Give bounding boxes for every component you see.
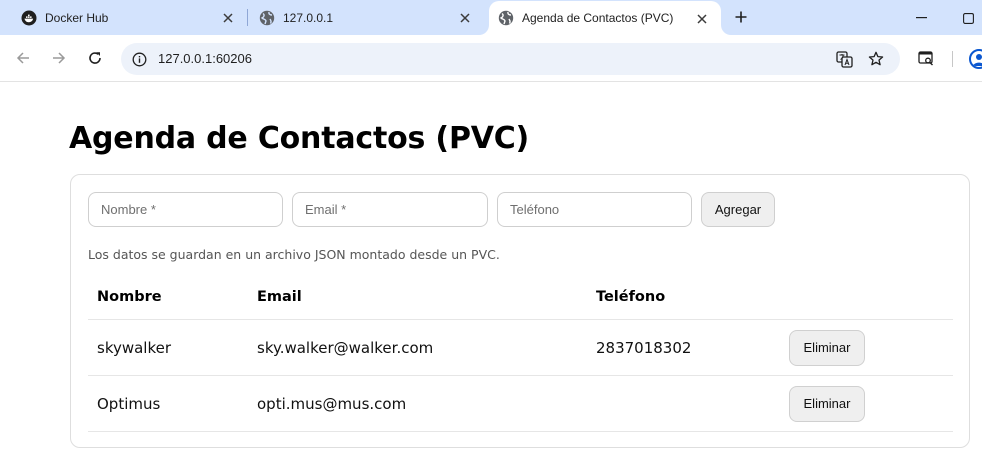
tab-docker-hub[interactable]: Docker Hub — [0, 0, 247, 35]
translate-icon[interactable] — [835, 50, 853, 68]
name-input[interactable] — [88, 192, 283, 227]
minimize-window-button[interactable] — [911, 8, 931, 28]
email-input[interactable] — [292, 192, 488, 227]
close-tab-icon[interactable] — [219, 9, 237, 27]
globe-icon — [498, 10, 514, 26]
url-text: 127.0.0.1:60206 — [158, 51, 252, 66]
storage-hint: Los datos se guardan en un archivo JSON … — [88, 247, 500, 262]
maximize-icon — [962, 12, 974, 24]
add-contact-button[interactable]: Agregar — [701, 192, 775, 227]
profile-avatar[interactable] — [969, 49, 982, 69]
tab-title: Agenda de Contactos (PVC) — [522, 11, 674, 25]
reload-icon — [89, 52, 101, 64]
arrow-left-icon — [16, 52, 29, 64]
back-button[interactable] — [13, 48, 33, 68]
column-header-phone: Teléfono — [596, 289, 666, 305]
forward-button[interactable] — [49, 48, 69, 68]
contacts-card: Agregar Los datos se guardan en un archi… — [70, 174, 970, 448]
docker-icon — [21, 10, 37, 25]
bookmark-star-icon[interactable] — [867, 50, 885, 68]
table-row: Optimus opti.mus@mus.com Eliminar — [88, 376, 953, 432]
tab-strip: Docker Hub 127.0.0.1 Agenda de Contactos… — [0, 0, 982, 35]
user-icon — [973, 54, 982, 66]
page-title: Agenda de Contactos (PVC) — [69, 121, 530, 156]
toolbar-divider — [952, 51, 953, 67]
close-tab-icon[interactable] — [456, 9, 474, 27]
plus-icon — [735, 11, 747, 23]
column-header-name: Nombre — [97, 289, 162, 305]
contact-email: opti.mus@mus.com — [257, 394, 407, 413]
reload-button[interactable] — [85, 48, 105, 68]
minimize-icon — [915, 17, 927, 19]
contact-phone: 2837018302 — [596, 338, 692, 357]
tab-agenda-de-contactos[interactable]: Agenda de Contactos (PVC) — [489, 1, 721, 35]
tab-search-icon — [917, 50, 933, 65]
browser-toolbar: 127.0.0.1:60206 — [0, 35, 982, 82]
arrow-right-icon — [53, 52, 66, 64]
contacts-table: Nombre Email Teléfono skywalker sky.walk… — [88, 275, 953, 432]
phone-input[interactable] — [497, 192, 692, 227]
tab-localhost[interactable]: 127.0.0.1 — [238, 0, 484, 35]
maximize-window-button[interactable] — [958, 8, 978, 28]
globe-icon — [259, 10, 275, 25]
tab-search-button[interactable] — [916, 48, 936, 68]
action-cell: Eliminar — [789, 376, 865, 431]
column-header-email: Email — [257, 289, 302, 305]
contact-name: Optimus — [97, 394, 161, 413]
table-header-row: Nombre Email Teléfono — [88, 275, 953, 320]
new-tab-button[interactable] — [731, 7, 751, 27]
tab-title: 127.0.0.1 — [283, 10, 334, 25]
site-info-icon[interactable] — [130, 50, 148, 68]
close-tab-icon[interactable] — [693, 10, 711, 28]
table-row: skywalker sky.walker@walker.com 28370183… — [88, 320, 953, 376]
contact-email: sky.walker@walker.com — [257, 338, 434, 357]
delete-contact-button[interactable]: Eliminar — [789, 385, 865, 422]
delete-contact-button[interactable]: Eliminar — [789, 329, 865, 366]
address-bar[interactable]: 127.0.0.1:60206 — [121, 43, 900, 75]
action-cell: Eliminar — [789, 320, 865, 375]
tab-title: Docker Hub — [45, 10, 109, 25]
contact-name: skywalker — [97, 338, 172, 357]
